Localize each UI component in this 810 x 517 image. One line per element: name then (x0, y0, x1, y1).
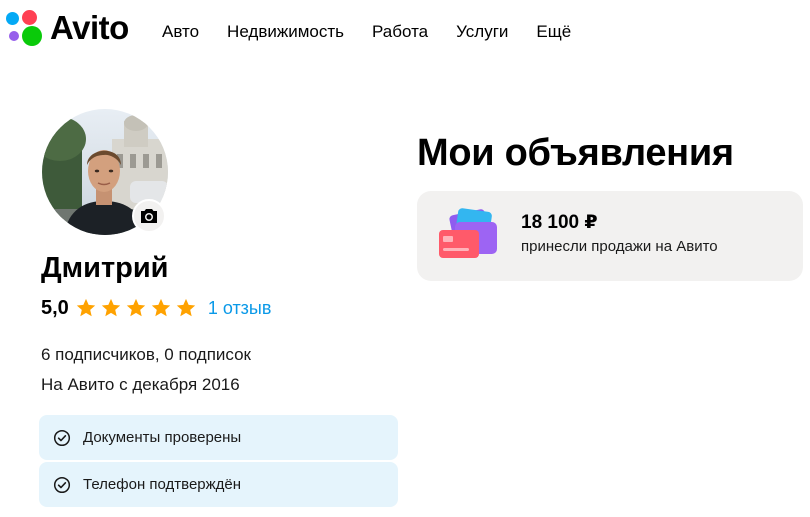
logo-text: Avito (50, 9, 129, 46)
member-since-text: На Авито с декабря 2016 (41, 375, 240, 394)
page-title: Мои объявления (417, 132, 734, 174)
change-photo-button[interactable] (132, 199, 166, 233)
nav-item-jobs[interactable]: Работа (372, 21, 428, 43)
wallet-cards-icon (439, 208, 497, 258)
star-icon (101, 298, 120, 317)
rating-row: 5,0 1 отзыв (41, 295, 271, 321)
avito-logo[interactable]: Avito (4, 10, 129, 46)
logo-dots-icon (4, 10, 44, 46)
star-icon (176, 298, 195, 317)
sales-amount: 18 100 ₽ (521, 212, 598, 233)
nav-item-services[interactable]: Услуги (456, 21, 508, 43)
sales-summary-card (417, 191, 803, 281)
star-icon (151, 298, 170, 317)
badge-label: Документы проверены (83, 428, 242, 446)
nav-item-more[interactable]: Ещё (536, 21, 571, 43)
nav-item-auto[interactable]: Авто (162, 21, 199, 43)
badge-phone-confirmed: Телефон подтверждён (39, 462, 398, 507)
check-circle-icon (53, 429, 71, 446)
badge-documents-verified: Документы проверены (39, 415, 398, 460)
star-icon (126, 298, 145, 317)
check-circle-icon (53, 476, 71, 493)
main-nav: Авто Недвижимость Работа Услуги Ещё (162, 21, 599, 43)
logo-dot-red (22, 10, 37, 25)
nav-item-realty[interactable]: Недвижимость (227, 21, 344, 43)
subscribers-text[interactable]: 6 подписчиков, 0 подписок (41, 344, 251, 366)
star-icon (76, 298, 95, 317)
rating-stars (75, 297, 197, 319)
logo-dot-green (22, 26, 42, 46)
logo-dot-blue (6, 12, 19, 25)
top-header: Avito Авто Недвижимость Работа Услуги Ещ… (0, 0, 810, 64)
logo-dot-purple (9, 31, 19, 41)
sales-caption: принесли продажи на Авито (521, 238, 718, 255)
rating-value: 5,0 (41, 297, 69, 319)
reviews-link[interactable]: 1 отзыв (208, 295, 272, 321)
profile-name: Дмитрий (41, 252, 169, 284)
badge-label: Телефон подтверждён (83, 475, 242, 493)
camera-icon (141, 209, 157, 223)
